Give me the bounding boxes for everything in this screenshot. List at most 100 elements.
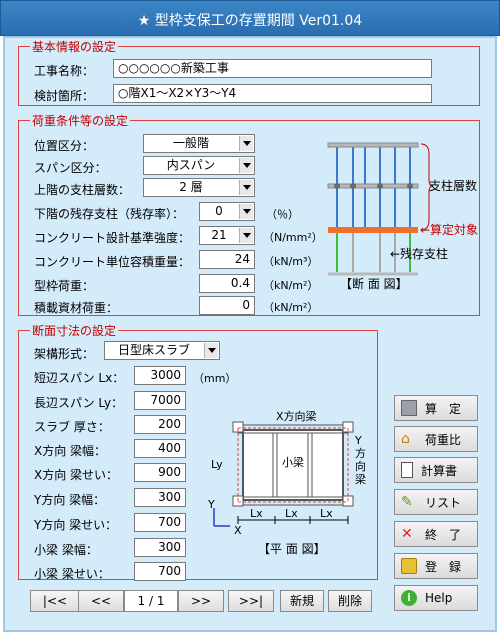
y-beam-width-input[interactable]: 300 [134,488,186,507]
upper-layers-label: 上階の支柱層数： [34,183,131,197]
frame-type-label: 架構形式： [34,347,95,361]
window-title: ★ 型枠支保工の存置期間 Ver01.04 [137,13,363,29]
percent-unit: （％） [266,208,299,221]
form-load-input[interactable]: 0.4 [199,274,255,293]
lx-dim-label-2: Lx [285,507,298,520]
material-load-input[interactable]: 0 [199,296,255,315]
lx-label: 短辺スパン Lx： [34,371,125,385]
y-beam-label: Y 方向梁 [354,434,366,486]
basic-info-legend: 基本情報の設定 [30,38,119,55]
x-beam-depth-input[interactable]: 900 [134,463,186,482]
small-beam-width-input[interactable]: 300 [134,538,186,557]
list-label: リスト [425,495,462,510]
section-diagram: 支柱層数 ←算定対象 ←残存支柱 【断 面 図】 [327,142,478,290]
span-value: 内スパン [166,158,216,172]
material-load-label: 積載資材荷重： [34,301,119,315]
delete-record-button[interactable]: 削除 [328,590,372,612]
slab-top [327,142,419,148]
form-load-unit: （kN/m²） [263,279,319,292]
unit-weight-input[interactable]: 24 [199,250,255,269]
slab-thickness-input[interactable]: 200 [134,415,186,434]
ly-label: 長辺スパン Ly： [34,396,124,410]
material-load-unit: （kN/m²） [263,301,319,314]
calc-target-slab [328,227,418,233]
report-label: 計算書 [421,463,458,478]
lx-dim-label-1: Lx [250,507,263,520]
report-button[interactable]: 計算書 [394,457,478,483]
exit-button[interactable]: ✕ 終 了 [394,521,478,547]
frame-type-select[interactable]: 日型床スラブ [104,341,220,360]
load-ratio-button[interactable]: ⌂ 荷重比 [394,426,478,452]
chevron-down-icon [239,180,253,195]
register-button[interactable]: 登 録 [394,553,478,579]
lower-support-select[interactable]: 0 [199,202,255,221]
design-strength-select[interactable]: 21 [199,226,255,245]
chevron-down-icon [239,228,253,243]
small-beam-label: 小梁 [282,455,304,469]
lower-support-value: 0 [215,204,223,218]
prev-record-button[interactable]: << [78,590,124,612]
calculate-label: 算 定 [425,401,462,416]
small-beam-depth-input[interactable]: 700 [134,562,186,581]
x-beam-width-label: X方向 梁幅： [34,444,107,458]
info-icon: i [401,590,417,606]
lock-icon [401,558,417,574]
register-label: 登 録 [425,559,462,574]
form-load-label: 型枠荷重： [34,279,95,293]
plan-caption: 【平 面 図】 [258,542,326,556]
lx-input[interactable]: 3000 [134,366,186,385]
y-beam-width-label: Y方向 梁幅： [34,493,106,507]
design-strength-value: 21 [211,228,227,242]
location-label: 検討箇所： [34,89,95,103]
calculate-button[interactable]: 算 定 [394,395,478,421]
position-select[interactable]: 一般階 [143,134,255,153]
x-beam-width-input[interactable]: 400 [134,439,186,458]
lx-dim-label-3: Lx [320,507,333,520]
first-record-button[interactable]: |<< [30,590,80,612]
plan-diagram: X方向梁 小梁 Ly Y 方向梁 Lx Lx Lx Y X 【平 面 図】 [207,409,366,556]
x-axis-label: X [234,524,242,537]
lower-support-label: 下階の残存支柱（残存率）： [34,207,185,221]
new-record-button[interactable]: 新規 [280,590,324,612]
load-conditions-legend: 荷重条件等の設定 [30,112,131,129]
y-beam-depth-input[interactable]: 700 [134,513,186,532]
position-value: 一般階 [172,136,209,150]
small-beam-width-label: 小梁 梁幅： [34,543,98,557]
slab-thickness-label: スラブ 厚さ： [34,420,110,434]
ly-dim-label: Ly [211,458,223,471]
document-icon [401,462,413,478]
span-label: スパン区分： [34,161,107,175]
remaining-label: ←残存支柱 [390,246,448,261]
slab-middle [327,183,419,189]
ly-input[interactable]: 7000 [134,391,186,410]
upper-layers-value: 2 層 [179,180,203,194]
list-button[interactable]: ✎ リスト [394,489,478,515]
upper-layers-select[interactable]: 2 層 [143,178,255,197]
location-input[interactable]: ○階X1～X2×Y3～Y4 [113,84,432,103]
axis-icon [213,508,230,527]
span-select[interactable]: 内スパン [143,156,255,175]
load-ratio-label: 荷重比 [425,432,462,447]
house-icon: ⌂ [401,431,410,447]
calculator-icon [401,400,417,416]
last-record-button[interactable]: >>| [228,590,274,612]
y-beam-depth-label: Y方向 梁せい： [34,518,118,532]
pencil-icon: ✎ [401,494,413,510]
title-bar: ★ 型枠支保工の存置期間 Ver01.04 [0,0,500,36]
exit-label: 終 了 [425,527,462,542]
strength-unit: （N/mm²） [263,231,323,244]
support-layers-label: 支柱層数 [429,178,477,193]
unit-weight-unit: （kN/m³） [263,255,319,268]
project-name-input[interactable]: ○○○○○○新築工事 [113,59,432,78]
record-indicator: 1 / 1 [124,590,178,612]
section-dims-legend: 断面寸法の設定 [30,322,119,339]
chevron-down-icon [239,158,253,173]
support-columns-upper [336,146,411,232]
help-label: Help [425,591,453,605]
help-button[interactable]: i Help [394,585,478,611]
chevron-down-icon [239,204,253,219]
next-record-button[interactable]: >> [178,590,224,612]
project-name-label: 工事名称： [34,64,95,78]
position-label: 位置区分： [34,139,95,153]
chevron-down-icon [239,136,253,151]
